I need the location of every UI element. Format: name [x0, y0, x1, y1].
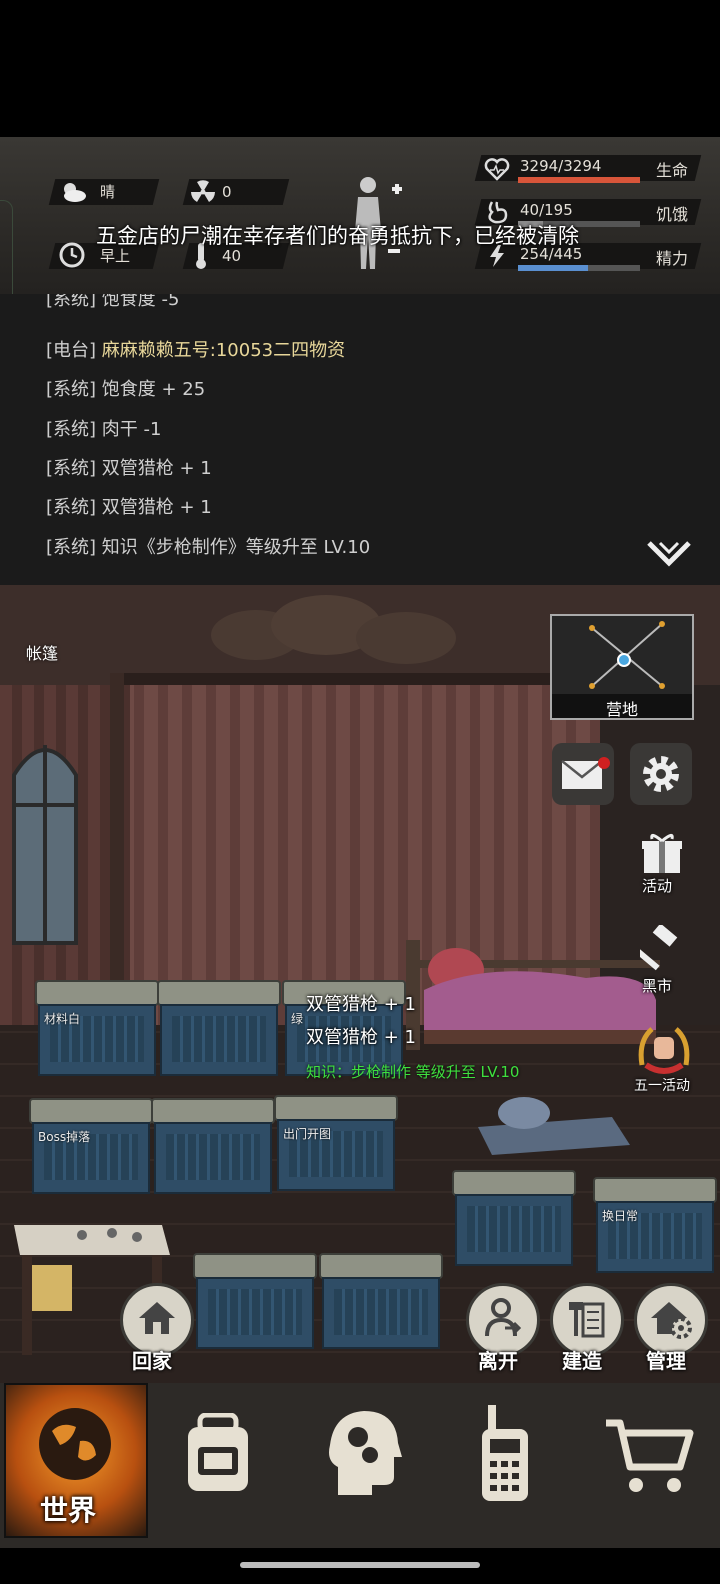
storage-crate[interactable] [452, 1170, 576, 1266]
build-icon [569, 1302, 605, 1338]
nav-backpack[interactable] [148, 1383, 292, 1538]
energy-label: 精力 [656, 249, 689, 268]
window [12, 745, 78, 945]
black-market-label: 黑市 [642, 977, 673, 995]
health-bar [518, 177, 640, 183]
status-panel: 晴 0 早上 40 3294/3294 生命 40/195 饥饿 254/445… [0, 137, 720, 294]
house-icon [139, 1302, 175, 1334]
build-label: 建造 [562, 1349, 602, 1373]
head-gears-icon [329, 1411, 402, 1495]
log-line: [系统] 饱食度 + 25 [46, 379, 206, 400]
nav-shop[interactable] [580, 1383, 720, 1538]
nav-skills[interactable] [292, 1383, 436, 1538]
crate-label: 绿 [291, 1012, 304, 1026]
nav-world-label: 世界 [40, 1494, 97, 1527]
crate-label: 材料白 [44, 1012, 81, 1026]
shopping-cart-icon [606, 1419, 694, 1492]
float-message: 双管猎枪 + 1 [306, 994, 416, 1015]
storage-crate[interactable] [157, 980, 281, 1076]
message-log[interactable]: [系统] 饱食度 -5 [电台] 麻麻赖赖五号:10053二四物资 [系统] 饱… [0, 294, 720, 585]
crate-label: 出门开图 [283, 1127, 332, 1141]
cloud-sun-icon [64, 183, 86, 202]
storage-crate[interactable]: 换日常 [593, 1177, 717, 1273]
storage-crate[interactable] [319, 1253, 443, 1349]
may-day-event-button[interactable]: 五一活动 [630, 1025, 696, 1097]
log-line: [系统] 双管猎枪 + 1 [46, 458, 212, 479]
black-market-button[interactable]: 黑市 [628, 925, 694, 999]
storage-crate[interactable] [151, 1098, 275, 1194]
manage-label: 管理 [646, 1349, 686, 1373]
bottom-nav: 世界 [0, 1383, 720, 1548]
map-label: 营地 [606, 700, 639, 719]
hunger-text: 40/195 [520, 201, 573, 219]
backpack-icon [188, 1413, 248, 1491]
storage-crate[interactable]: 材料白 [35, 980, 159, 1076]
log-line: [系统] 肉干 -1 [46, 419, 162, 440]
radiation-icon [191, 180, 215, 202]
camp-scene: 帐篷 营地 活动 黑市 五一活动 材料白 绿 Boss掉落 出门开图 换日常 双… [0, 585, 720, 1383]
float-message: 双管猎枪 + 1 [306, 1027, 416, 1048]
map-icon [589, 621, 665, 689]
health-text: 3294/3294 [520, 157, 602, 175]
log-line: [系统] 知识《步枪制作》等级升至 LV.10 [46, 537, 371, 558]
crate-label: Boss掉落 [38, 1130, 91, 1144]
mail-button[interactable] [552, 743, 614, 805]
storage-crate[interactable] [193, 1253, 317, 1349]
house-gear-icon [651, 1302, 692, 1339]
crate-label: 换日常 [602, 1209, 639, 1223]
hunger-label: 饥饿 [656, 205, 689, 224]
log-line: [电台] 麻麻赖赖五号:10053二四物资 [46, 340, 346, 361]
heart-icon [484, 158, 510, 181]
nav-radio[interactable] [436, 1383, 580, 1538]
smoke-cloud [211, 595, 456, 664]
walkie-talkie-icon [482, 1405, 528, 1501]
may-day-label: 五一活动 [634, 1078, 690, 1094]
clock-icon [59, 242, 85, 268]
health-label: 生命 [656, 161, 689, 180]
person-exit-icon [485, 1298, 522, 1337]
gear-icon [643, 756, 679, 792]
mail-icon [561, 757, 610, 789]
location-label: 帐篷 [26, 644, 59, 663]
settings-button[interactable] [630, 743, 692, 805]
gift-icon [642, 834, 682, 873]
home-label: 回家 [132, 1349, 172, 1373]
storage-crate[interactable]: 出门开图 [274, 1095, 398, 1191]
log-line: [系统] 双管猎枪 + 1 [46, 497, 212, 518]
globe-icon [39, 1408, 111, 1480]
event-toast: 五金店的尸潮在幸存者们的奋勇抵抗下，已经被清除 [96, 224, 579, 248]
nav-world[interactable]: 世界 [4, 1383, 148, 1538]
bed [406, 940, 660, 1050]
gavel-icon [640, 925, 678, 971]
rolled-mat [478, 1097, 630, 1155]
map-button[interactable]: 营地 [550, 614, 694, 720]
radiation-value: 0 [222, 183, 232, 201]
activity-label: 活动 [642, 877, 673, 895]
float-message-knowledge: 知识：步枪制作 等级升至 LV.10 [306, 1063, 520, 1081]
chevron-down-icon[interactable] [646, 538, 692, 568]
activity-button[interactable]: 活动 [628, 827, 694, 901]
energy-bar [518, 265, 640, 271]
weather-text: 晴 [100, 183, 116, 201]
log-line: [系统] 饱食度 -5 [46, 294, 180, 310]
leave-label: 离开 [478, 1349, 518, 1373]
home-indicator[interactable] [240, 1562, 480, 1568]
fist-wreath-icon [638, 1027, 690, 1074]
storage-crate[interactable]: Boss掉落 [29, 1098, 153, 1194]
